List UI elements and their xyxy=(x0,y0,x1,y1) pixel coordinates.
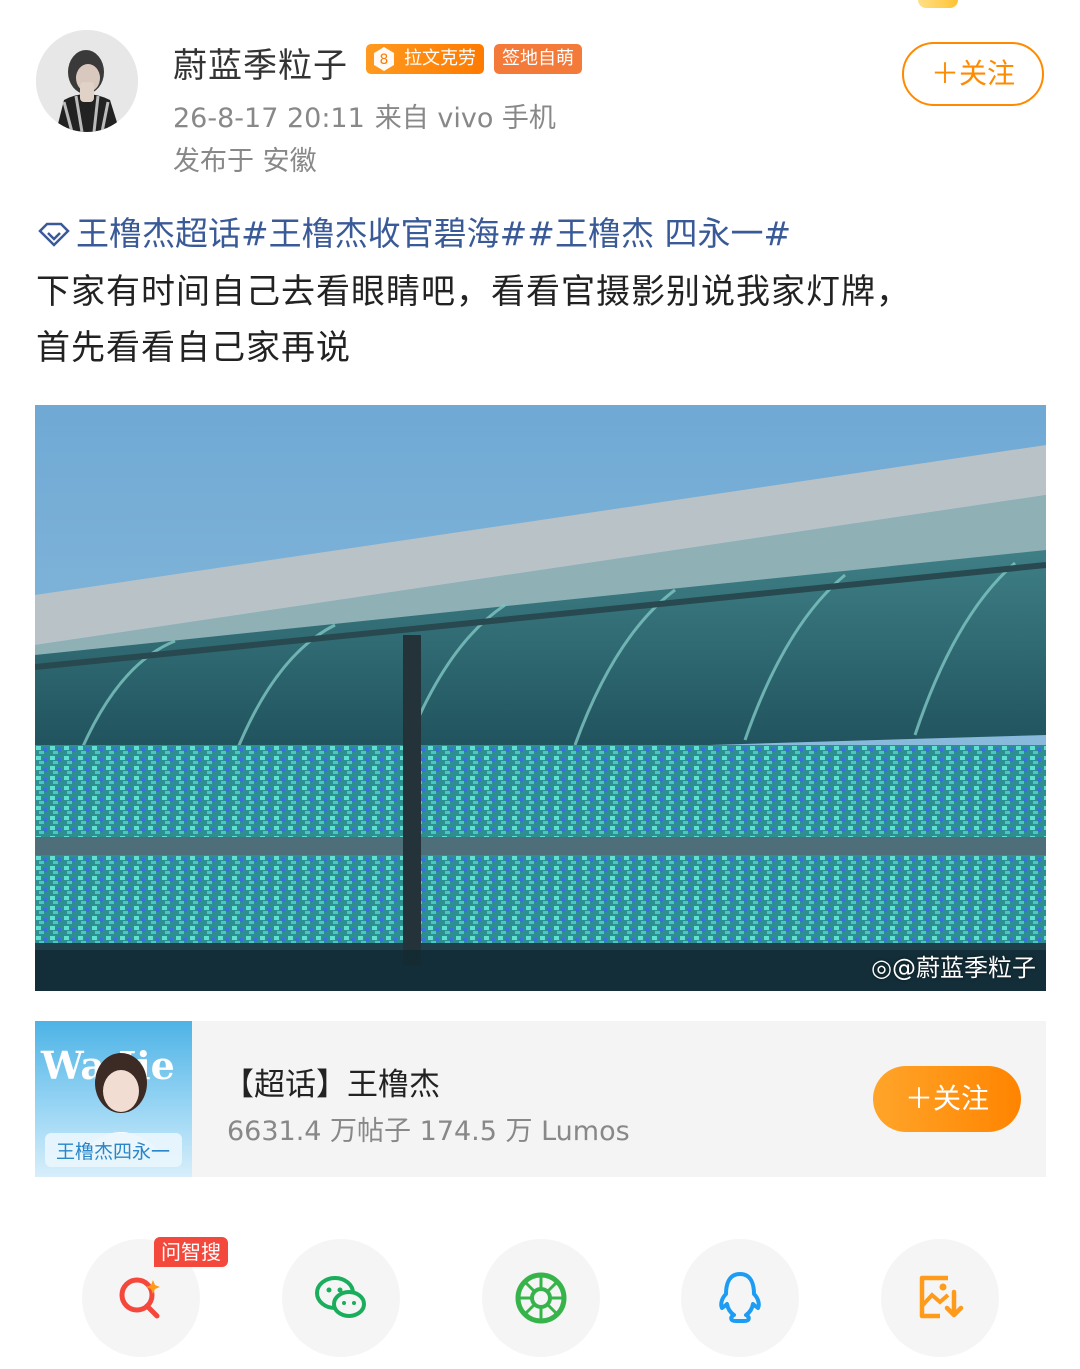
level-icon: 8 xyxy=(374,47,394,71)
avatar[interactable] xyxy=(36,30,138,132)
search-ai-icon xyxy=(119,1277,160,1319)
supertopic-card[interactable]: Wa Jie 王橹杰四永一 【超话】王橹杰 6631.4 万帖子 174.5 万… xyxy=(35,1021,1046,1177)
save-image-icon xyxy=(919,1275,964,1319)
post-text-line: 下家有时间自己去看眼睛吧，看看官摄影别说我家灯牌， xyxy=(36,272,911,312)
ask-search-badge: 问智搜 xyxy=(154,1237,228,1267)
follow-button[interactable]: ＋关注 xyxy=(902,42,1044,106)
wechat-icon xyxy=(315,1276,366,1318)
topic-links[interactable]: 王橹杰超话#王橹杰收官碧海##王橹杰 四永一# xyxy=(36,207,791,255)
topics-text: 王橹杰超话#王橹杰收官碧海##王橹杰 四永一# xyxy=(76,214,792,253)
supertopic-title[interactable]: 【超话】王橹杰 xyxy=(223,1059,440,1104)
post-source: 来自 vivo 手机 xyxy=(374,103,556,134)
supertopic-thumbnail: Wa Jie 王橹杰四永一 xyxy=(35,1021,192,1177)
save-image-button[interactable] xyxy=(881,1239,999,1357)
post-location: 发布于 安徽 xyxy=(173,146,317,177)
post-text-line: 首先看看自己家再说 xyxy=(36,328,351,368)
username[interactable]: 蔚蓝季粒子 xyxy=(173,38,348,87)
share-qq-button[interactable] xyxy=(681,1239,799,1357)
post-meta: 26-8-17 20:11 来自 vivo 手机 xyxy=(173,96,556,135)
post-time: 26-8-17 20:11 xyxy=(173,103,365,134)
level-badge[interactable]: 8 拉文克劳 xyxy=(366,44,484,74)
qq-icon xyxy=(719,1272,761,1323)
post-image[interactable]: ◎@蔚蓝季粒子 xyxy=(35,405,1046,991)
share-moments-button[interactable] xyxy=(482,1239,600,1357)
sign-badge[interactable]: 签地自萌 xyxy=(494,44,582,74)
image-watermark: ◎@蔚蓝季粒子 xyxy=(871,954,1036,982)
svg-text:王橹杰四永一: 王橹杰四永一 xyxy=(56,1141,170,1163)
moments-icon xyxy=(515,1272,567,1324)
supertopic-stats: 6631.4 万帖子 174.5 万 Lumos xyxy=(227,1116,630,1147)
supertopic-follow-button[interactable]: ＋关注 xyxy=(873,1066,1021,1132)
top-decoration xyxy=(918,0,958,8)
level-badge-label: 拉文克劳 xyxy=(404,48,476,69)
supertopic-diamond-icon xyxy=(38,222,70,247)
svg-text:8: 8 xyxy=(380,52,389,68)
share-wechat-button[interactable] xyxy=(282,1239,400,1357)
weibo-logo-icon: ◎ xyxy=(871,954,892,982)
